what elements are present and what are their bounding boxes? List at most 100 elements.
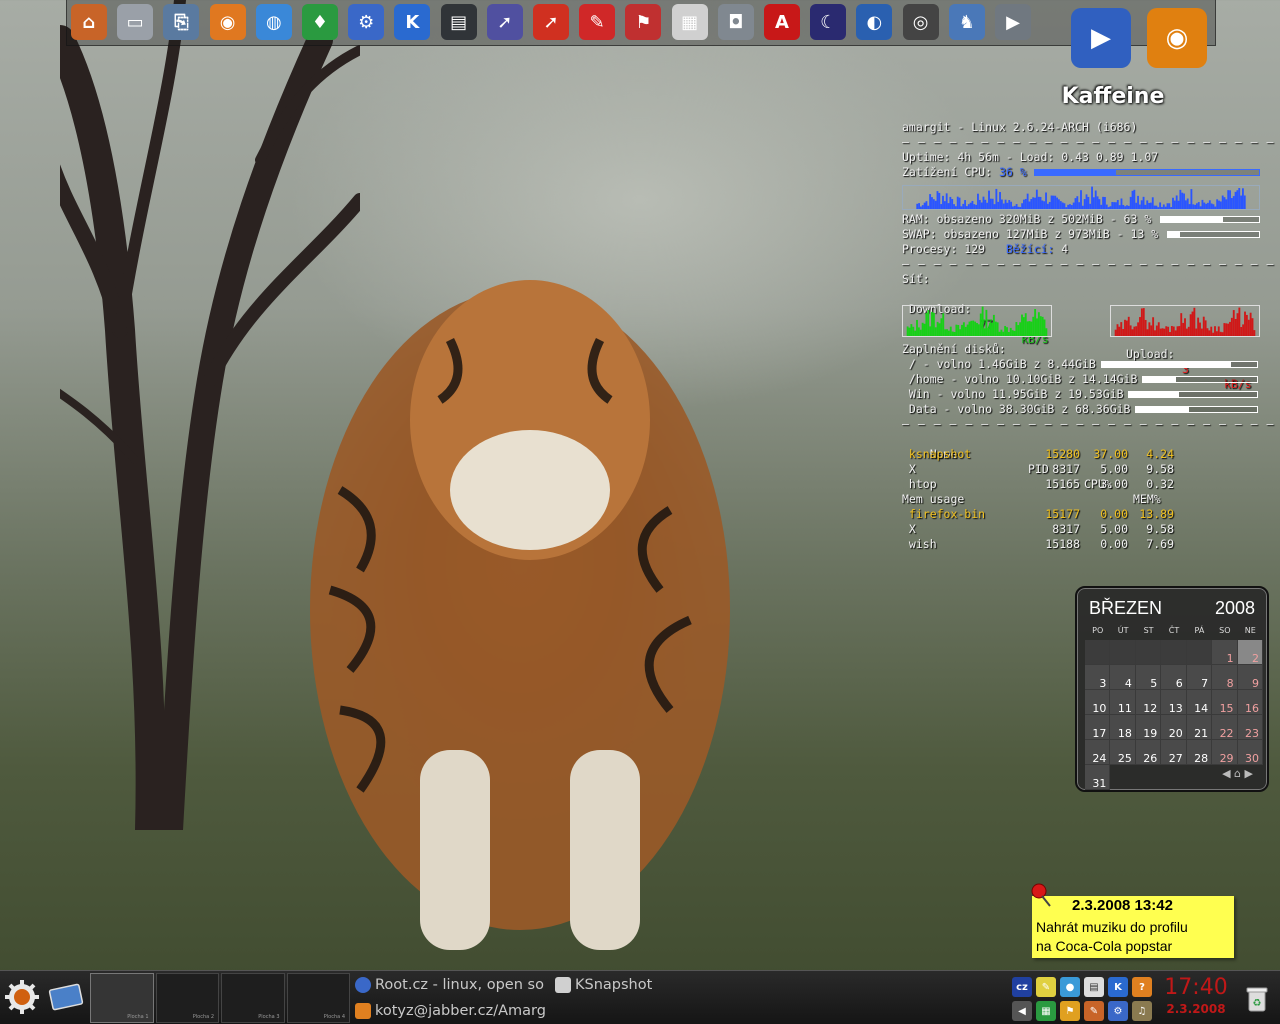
- graph-bar: [1113, 202, 1116, 209]
- calendar-day[interactable]: 28: [1186, 740, 1213, 765]
- keyboard-layout-icon[interactable]: cz: [1012, 977, 1032, 997]
- volume-icon[interactable]: ◀: [1012, 1001, 1032, 1021]
- sticky-note[interactable]: 2.3.2008 13:42 Nahrát muziku do profilu …: [1031, 883, 1234, 958]
- calendar-day[interactable]: 5: [1135, 665, 1162, 690]
- screenshot-icon[interactable]: ➚: [486, 4, 523, 40]
- calendar-day[interactable]: 23: [1237, 715, 1263, 740]
- graph-bar: [1032, 316, 1035, 336]
- graph-bar: [1174, 330, 1177, 336]
- home-month-icon[interactable]: ⌂: [1234, 767, 1241, 780]
- pdf-icon[interactable]: A: [764, 4, 800, 40]
- calendar-day[interactable]: 4: [1110, 665, 1136, 690]
- calendar-day[interactable]: 18: [1110, 715, 1136, 740]
- firefox-icon[interactable]: ◉: [209, 4, 246, 40]
- pager-desktop-label: Plocha 1: [127, 1014, 149, 1020]
- calendar-day[interactable]: 2: [1237, 640, 1263, 665]
- clock[interactable]: 17:40 2.3.2008: [1160, 975, 1232, 1017]
- pager-desktop[interactable]: Plocha 4: [286, 973, 350, 1023]
- globe-icon[interactable]: ◍: [255, 4, 292, 40]
- graph-bar: [1197, 202, 1200, 209]
- prev-month-icon[interactable]: ◀: [1222, 767, 1230, 780]
- taskbar-task[interactable]: kotyz@jabber.cz/Amarg: [355, 999, 547, 1023]
- kde-tray-icon[interactable]: K: [1108, 977, 1128, 997]
- calendar-day[interactable]: 3: [1085, 665, 1111, 690]
- home-icon[interactable]: ⌂: [71, 4, 107, 40]
- flag-icon[interactable]: ⚑: [625, 4, 662, 40]
- next-month-icon[interactable]: ▶: [1245, 767, 1253, 780]
- calendar-day[interactable]: 24: [1085, 740, 1111, 765]
- calendar-day[interactable]: 8: [1212, 665, 1238, 690]
- calendar-day[interactable]: 22: [1212, 715, 1238, 740]
- speaker-icon[interactable]: ◎: [902, 4, 939, 40]
- kaffeine-icon[interactable]: ▶: [1071, 8, 1131, 68]
- calendar-day[interactable]: 19: [1135, 715, 1162, 740]
- calendar-day[interactable]: 21: [1186, 715, 1213, 740]
- upload-graph: [1110, 305, 1260, 337]
- pencil-tray-icon[interactable]: ✎: [1084, 1001, 1104, 1021]
- calendar-day[interactable]: 16: [1237, 690, 1263, 715]
- graph-bar: [1230, 198, 1233, 209]
- calendar-day[interactable]: 1: [1212, 640, 1238, 665]
- network-status-icon[interactable]: ●: [1060, 977, 1080, 997]
- calendar-day[interactable]: 9: [1237, 665, 1263, 690]
- network-icon[interactable]: ⚙: [348, 4, 385, 40]
- pager-desktop[interactable]: Plocha 3: [221, 973, 285, 1023]
- calendar-day[interactable]: 13: [1161, 690, 1187, 715]
- graph-bar: [1052, 195, 1055, 209]
- removable-drive-icon[interactable]: ⎘: [163, 4, 200, 40]
- graph-bar: [1168, 203, 1171, 209]
- calendar-day[interactable]: 15: [1212, 690, 1238, 715]
- disk-bar: [1135, 406, 1258, 413]
- host-info: amargit - Linux 2.6.24-ARCH (i686): [902, 120, 1138, 134]
- clipboard-icon[interactable]: ▤: [1084, 977, 1104, 997]
- jabber-tray-icon[interactable]: ?: [1132, 977, 1152, 997]
- calendar-day[interactable]: 31: [1085, 765, 1111, 790]
- wolf-icon[interactable]: ♞: [948, 4, 985, 40]
- camera-icon[interactable]: ◘: [717, 4, 754, 40]
- graph-bar: [1144, 204, 1147, 209]
- calendar-day[interactable]: 6: [1161, 665, 1187, 690]
- pager-desktop[interactable]: Plocha 2: [155, 973, 219, 1023]
- calendar-day[interactable]: 14: [1186, 690, 1213, 715]
- calendar-icon[interactable]: ▦: [671, 4, 708, 40]
- graph-bar: [1133, 189, 1136, 209]
- graph-bar: [1127, 205, 1130, 209]
- pager-desktop[interactable]: Plocha 1: [90, 973, 154, 1023]
- taskbar-task[interactable]: Root.cz - linux, open so: [355, 973, 547, 997]
- calendar-day[interactable]: 30: [1237, 740, 1263, 765]
- terminal-icon[interactable]: ▤: [440, 4, 477, 40]
- kde-icon[interactable]: K: [394, 4, 431, 40]
- presentation-icon[interactable]: ➚: [533, 4, 569, 40]
- graph-bar: [1037, 312, 1040, 336]
- taskbar-task[interactable]: KSnapshot: [555, 973, 705, 997]
- calendar-day[interactable]: 17: [1085, 715, 1111, 740]
- pencil-icon[interactable]: ✎: [579, 4, 616, 40]
- calendar-day[interactable]: 29: [1212, 740, 1238, 765]
- calendar-day[interactable]: 11: [1110, 690, 1136, 715]
- drive-icon[interactable]: ▭: [117, 4, 154, 40]
- calendar-day[interactable]: 10: [1085, 690, 1111, 715]
- burner-icon[interactable]: ◉: [1147, 8, 1207, 68]
- graph-bar: [1122, 204, 1125, 209]
- location-pin-icon[interactable]: ♦: [302, 4, 338, 40]
- network-manager-icon[interactable]: ▦: [1036, 1001, 1056, 1021]
- notes-icon[interactable]: ✎: [1036, 977, 1056, 997]
- calendar-day[interactable]: 25: [1110, 740, 1136, 765]
- graph-bar: [1199, 206, 1202, 209]
- kde-menu-button[interactable]: [4, 979, 40, 1015]
- amarok-icon[interactable]: ♫: [1132, 1001, 1152, 1021]
- calendar-day[interactable]: 7: [1186, 665, 1213, 690]
- trash-icon[interactable]: ♻: [1246, 985, 1268, 1013]
- calendar-day[interactable]: 20: [1161, 715, 1187, 740]
- calendar-day[interactable]: 27: [1161, 740, 1187, 765]
- video-projector-icon[interactable]: ▶: [995, 4, 1031, 40]
- graph-bar: [914, 330, 917, 336]
- basket-icon[interactable]: ⚑: [1060, 1001, 1080, 1021]
- show-desktop-button[interactable]: [48, 981, 84, 1015]
- network-tray-icon[interactable]: ⚙: [1108, 1001, 1128, 1021]
- earth-icon[interactable]: ◐: [856, 4, 893, 40]
- calendar-day[interactable]: 26: [1135, 740, 1162, 765]
- night-sky-icon[interactable]: ☾: [810, 4, 847, 40]
- calendar-day[interactable]: 12: [1135, 690, 1162, 715]
- graph-bar: [1125, 320, 1128, 336]
